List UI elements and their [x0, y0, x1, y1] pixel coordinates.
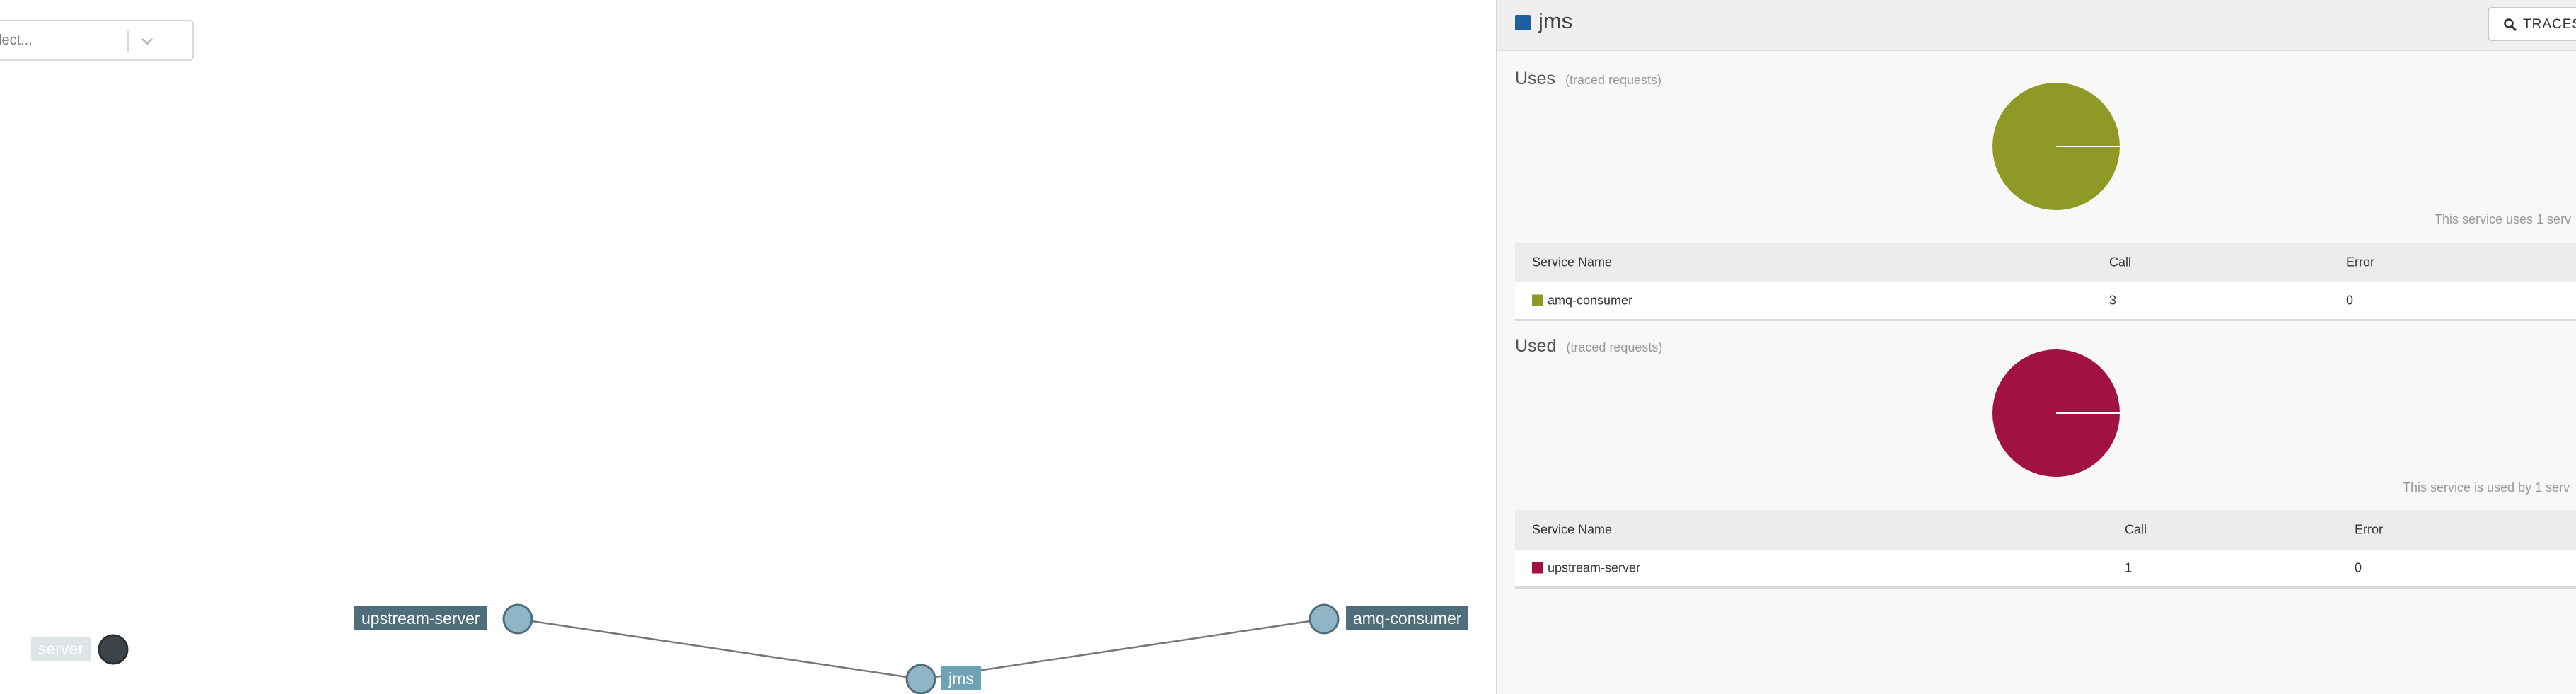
node-server[interactable] [98, 634, 129, 665]
used-col-call: Call [2125, 522, 2147, 537]
uses-title: Uses [1515, 69, 1555, 88]
used-table: Service Name Call Error upstream-server … [1515, 510, 2576, 589]
node-amq-consumer[interactable] [1309, 603, 1340, 635]
service-color-swatch [1515, 15, 1531, 30]
uses-table-header: Service Name Call Error [1515, 243, 2576, 282]
uses-section-title: Uses (traced requests) [1515, 69, 1661, 89]
uses-col-service-name: Service Name [1532, 255, 1613, 270]
error-count: 0 [2355, 560, 2362, 575]
uses-table: Service Name Call Error amq-consumer 3 0 [1515, 243, 2576, 321]
service-color-swatch [1532, 294, 1543, 306]
service-color-swatch [1532, 562, 1543, 574]
uses-col-call: Call [2109, 255, 2132, 270]
used-table-header: Service Name Call Error [1515, 510, 2576, 550]
node-upstream-server[interactable] [502, 603, 533, 635]
used-title: Used [1515, 336, 1557, 356]
node-label-server[interactable]: server [31, 637, 91, 661]
error-count: 0 [2346, 293, 2354, 308]
used-section-title: Used (traced requests) [1515, 336, 1662, 357]
table-row[interactable]: amq-consumer 3 0 [1515, 282, 2576, 319]
used-subtitle: (traced requests) [1566, 340, 1663, 354]
uses-summary: This service uses 1 serv [2435, 212, 2572, 226]
traces-button-label: TRACES [2523, 17, 2576, 32]
service-name-cell: upstream-server [1532, 561, 1640, 576]
used-col-service-name: Service Name [1532, 522, 1613, 537]
used-pie-chart [1992, 349, 2120, 477]
node-label-upstream-server[interactable]: upstream-server [354, 606, 487, 630]
node-jms[interactable] [905, 664, 936, 694]
panel-header: jms TRACES [1497, 0, 2576, 51]
node-label-jms[interactable]: jms [941, 666, 981, 690]
topology-canvas[interactable]: lect... server upstream-server jms amq-c… [0, 0, 1496, 694]
topology-graph [98, 603, 1340, 694]
edge-jms-amq-consumer [920, 618, 1325, 681]
call-count: 1 [2125, 560, 2133, 575]
edge-upstream-server-jms [517, 618, 922, 681]
service-detail-panel: jms TRACES Uses (traced requests) This se… [1496, 0, 2576, 694]
call-count: 3 [2109, 293, 2117, 308]
uses-col-error: Error [2346, 255, 2374, 270]
service-title: jms [1538, 8, 1573, 33]
search-icon [2504, 18, 2517, 32]
node-label-amq-consumer[interactable]: amq-consumer [1346, 606, 1469, 630]
service-name-cell: amq-consumer [1532, 294, 1632, 308]
service-name: amq-consumer [1548, 293, 1633, 308]
used-col-error: Error [2355, 522, 2383, 537]
uses-pie-chart [1992, 83, 2120, 210]
service-name: upstream-server [1548, 560, 1641, 575]
traces-button[interactable]: TRACES [2488, 7, 2576, 41]
uses-subtitle: (traced requests) [1565, 73, 1662, 87]
table-row[interactable]: upstream-server 1 0 [1515, 550, 2576, 586]
used-summary: This service is used by 1 serv [2403, 480, 2570, 495]
